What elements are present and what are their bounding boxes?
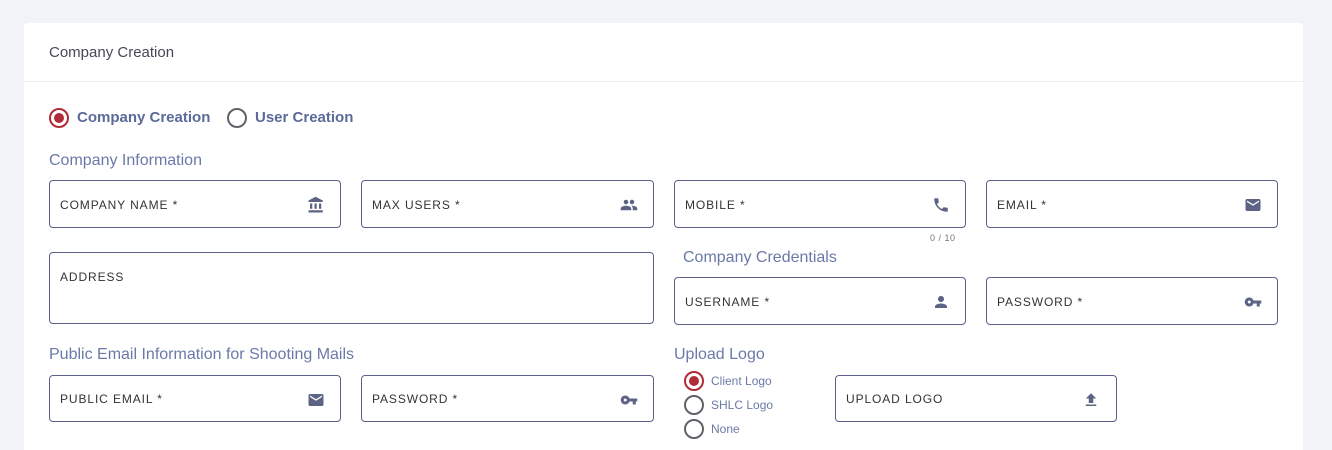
user-creation-radio-label[interactable]: User Creation — [255, 109, 353, 126]
email-field[interactable]: EMAIL * — [986, 180, 1278, 228]
address-field[interactable]: ADDRESS — [49, 252, 654, 324]
upload-logo-label: UPLOAD LOGO — [846, 392, 944, 406]
mobile-field[interactable]: MOBILE * — [674, 180, 966, 228]
key-icon — [1244, 293, 1262, 311]
company-name-field[interactable]: COMPANY NAME * — [49, 180, 341, 228]
person-icon — [932, 293, 950, 311]
max-users-field[interactable]: MAX USERS * — [361, 180, 654, 228]
public-password-label: PASSWORD * — [372, 392, 459, 406]
username-field[interactable]: USERNAME * — [674, 277, 966, 325]
password-label: PASSWORD * — [997, 295, 1084, 309]
company-creation-radio[interactable] — [49, 108, 69, 128]
bank-icon — [307, 196, 325, 214]
client-logo-radio-label[interactable]: Client Logo — [711, 374, 772, 388]
mobile-char-counter: 0 / 10 — [930, 233, 956, 243]
email-label: EMAIL * — [997, 198, 1047, 212]
client-logo-radio[interactable] — [684, 371, 704, 391]
mobile-label: MOBILE * — [685, 198, 746, 212]
company-name-label: COMPANY NAME * — [60, 198, 179, 212]
company-creation-radio-label[interactable]: Company Creation — [77, 109, 210, 126]
username-label: USERNAME * — [685, 295, 771, 309]
password-field[interactable]: PASSWORD * — [986, 277, 1278, 325]
public-email-heading: Public Email Information for Shooting Ma… — [49, 346, 355, 363]
user-creation-radio[interactable] — [227, 108, 247, 128]
none-logo-radio[interactable] — [684, 419, 704, 439]
upload-logo-field[interactable]: UPLOAD LOGO — [835, 375, 1117, 422]
mail-icon — [307, 391, 325, 409]
shlc-logo-radio-label[interactable]: SHLC Logo — [711, 398, 773, 412]
phone-icon — [932, 196, 950, 214]
upload-icon[interactable] — [1082, 391, 1100, 409]
public-password-field[interactable]: PASSWORD * — [361, 375, 654, 422]
company-creation-card: Company Creation Company Creation User C… — [24, 23, 1303, 450]
public-email-label: PUBLIC EMAIL * — [60, 392, 163, 406]
card-header: Company Creation — [24, 23, 1303, 82]
mail-icon — [1244, 196, 1262, 214]
none-logo-radio-label[interactable]: None — [711, 422, 740, 436]
key-icon — [620, 391, 638, 409]
public-email-field[interactable]: PUBLIC EMAIL * — [49, 375, 341, 422]
company-information-heading: Company Information — [49, 152, 202, 169]
max-users-label: MAX USERS * — [372, 198, 461, 212]
card-title: Company Creation — [49, 44, 175, 61]
shlc-logo-radio[interactable] — [684, 395, 704, 415]
people-icon — [620, 196, 638, 214]
address-label: ADDRESS — [60, 270, 125, 284]
company-credentials-heading: Company Credentials — [683, 249, 837, 266]
upload-logo-heading: Upload Logo — [674, 346, 765, 363]
